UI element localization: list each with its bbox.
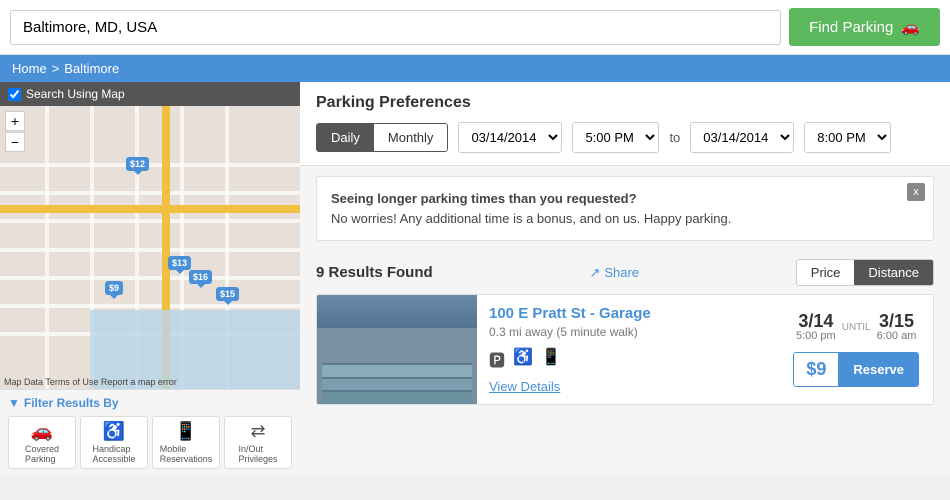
- handicap-icon: ♿: [103, 421, 125, 442]
- amenity-parking-icon: 🅿: [489, 347, 505, 371]
- main-layout: Search Using Map: [0, 82, 950, 475]
- filter-title: ▼ Filter Results By: [8, 396, 292, 410]
- amenity-handicap-icon: ♿: [513, 347, 533, 371]
- map-pin-16[interactable]: $16: [189, 270, 212, 284]
- left-panel: Search Using Map: [0, 82, 300, 475]
- filter-handicap-label: HandicapAccessible: [92, 444, 135, 464]
- results-count: 9 Results Found: [316, 264, 433, 281]
- from-time-value: 5:00 pm: [796, 330, 836, 342]
- reserve-button[interactable]: Reserve: [839, 353, 918, 386]
- search-using-map-checkbox[interactable]: [8, 88, 21, 101]
- map-pin-9[interactable]: $9: [105, 281, 123, 295]
- sort-price-button[interactable]: Price: [797, 260, 855, 285]
- filter-mobile-label: MobileReservations: [160, 444, 213, 464]
- preferences-title: Parking Preferences: [316, 94, 934, 112]
- result-info: 100 E Pratt St - Garage 0.3 mi away (5 m…: [477, 295, 779, 404]
- preferences-bar: Parking Preferences Daily Monthly 03/14/…: [300, 82, 950, 166]
- share-label: Share: [604, 265, 639, 280]
- notice-title: Seeing longer parking times than you req…: [331, 191, 637, 206]
- view-details-button[interactable]: View Details: [489, 379, 560, 394]
- filter-covered-label: CoveredParking: [25, 444, 59, 464]
- zoom-in-button[interactable]: +: [5, 111, 25, 131]
- map-pin-12[interactable]: $12: [126, 157, 149, 171]
- map-container: $12 $13 $9 $16 $15 + − Map Data Terms of…: [0, 106, 300, 389]
- to-date-value: 3/15: [877, 312, 917, 330]
- breadcrumb-separator: >: [52, 61, 60, 76]
- price-tag: $9: [794, 353, 839, 386]
- result-card: 100 E Pratt St - Garage 0.3 mi away (5 m…: [316, 294, 934, 405]
- filter-section: ▼ Filter Results By 🚗 CoveredParking ♿ H…: [0, 389, 300, 475]
- share-icon: ↗: [589, 265, 600, 281]
- from-date-select[interactable]: 03/14/2014: [458, 122, 562, 153]
- result-distance: 0.3 mi away (5 minute walk): [489, 325, 767, 339]
- right-panel: Parking Preferences Daily Monthly 03/14/…: [300, 82, 950, 475]
- header: Find Parking 🚗: [0, 0, 950, 55]
- to-time-value: 6:00 am: [877, 330, 917, 342]
- filter-mobile[interactable]: 📱 MobileReservations: [152, 416, 220, 469]
- map-header-label: Search Using Map: [26, 87, 125, 101]
- inout-icon: ⇄: [250, 421, 265, 442]
- price-reserve-group: $9 Reserve: [793, 352, 919, 387]
- tab-monthly[interactable]: Monthly: [374, 124, 448, 151]
- map-pin-15[interactable]: $15: [216, 287, 239, 301]
- breadcrumb-home[interactable]: Home: [12, 61, 47, 76]
- from-time-select[interactable]: 5:00 PM: [572, 122, 659, 153]
- garage-image: [317, 295, 477, 404]
- filter-handicap[interactable]: ♿ HandicapAccessible: [80, 416, 148, 469]
- pref-controls: Daily Monthly 03/14/2014 5:00 PM to 03/1…: [316, 122, 934, 153]
- share-button[interactable]: ↗ Share: [589, 265, 639, 281]
- find-parking-label: Find Parking: [809, 19, 893, 36]
- to-label: to: [669, 130, 680, 145]
- filter-inout[interactable]: ⇄ In/OutPrivileges: [224, 416, 292, 469]
- tab-daily[interactable]: Daily: [317, 124, 374, 151]
- search-input[interactable]: [10, 10, 781, 45]
- date-range: 3/14 5:00 pm UNTIL 3/15 6:00 am: [796, 312, 916, 342]
- filter-chevron-icon: ▼: [8, 396, 20, 410]
- amenity-mobile-icon: 📱: [541, 347, 561, 371]
- result-image: [317, 295, 477, 404]
- garage-building: [317, 328, 477, 404]
- to-time-select[interactable]: 8:00 PM: [804, 122, 891, 153]
- map-controls: + −: [5, 111, 25, 152]
- results-header: 9 Results Found ↗ Share Price Distance: [300, 251, 950, 294]
- covered-parking-icon: 🚗: [31, 421, 53, 442]
- car-icon: 🚗: [901, 18, 920, 36]
- map-background: $12 $13 $9 $16 $15 + − Map Data Terms of…: [0, 106, 300, 389]
- map-header: Search Using Map: [0, 82, 300, 106]
- find-parking-button[interactable]: Find Parking 🚗: [789, 8, 940, 46]
- mobile-icon: 📱: [175, 421, 197, 442]
- filter-covered-parking[interactable]: 🚗 CoveredParking: [8, 416, 76, 469]
- notice-body: No worries! Any additional time is a bon…: [331, 211, 731, 226]
- from-date-value: 3/14: [796, 312, 836, 330]
- notice-box: Seeing longer parking times than you req…: [316, 176, 934, 241]
- to-date-select[interactable]: 03/14/2014: [690, 122, 794, 153]
- breadcrumb: Home > Baltimore: [0, 55, 950, 82]
- result-name[interactable]: 100 E Pratt St - Garage: [489, 305, 651, 322]
- zoom-out-button[interactable]: −: [5, 132, 25, 152]
- map-footer: Map Data Terms of Use Report a map error: [4, 377, 177, 387]
- filter-icons-group: 🚗 CoveredParking ♿ HandicapAccessible 📱 …: [8, 416, 292, 469]
- result-pricing: 3/14 5:00 pm UNTIL 3/15 6:00 am $9 Reser…: [779, 295, 933, 404]
- notice-close-button[interactable]: x: [907, 183, 925, 201]
- breadcrumb-current: Baltimore: [64, 61, 119, 76]
- until-label: UNTIL: [842, 322, 871, 333]
- sort-group: Price Distance: [796, 259, 934, 286]
- filter-inout-label: In/OutPrivileges: [238, 444, 277, 464]
- result-amenities: 🅿 ♿ 📱: [489, 347, 767, 371]
- sort-distance-button[interactable]: Distance: [854, 260, 933, 285]
- map-pin-13[interactable]: $13: [168, 256, 191, 270]
- parking-type-tabs: Daily Monthly: [316, 123, 448, 152]
